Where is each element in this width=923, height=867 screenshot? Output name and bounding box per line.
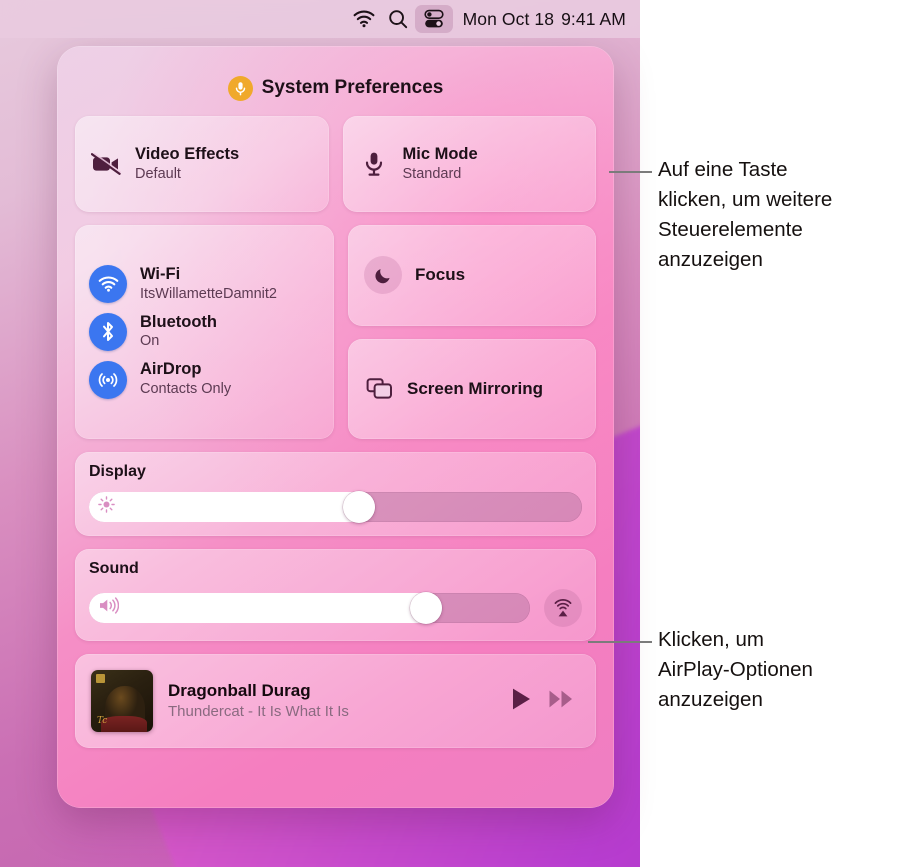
bluetooth-row[interactable]: Bluetooth On — [89, 313, 334, 352]
display-brightness-slider[interactable] — [89, 491, 582, 523]
bluetooth-title: Bluetooth — [140, 312, 217, 331]
display-slider-thumb[interactable] — [342, 491, 375, 523]
airdrop-text: AirDrop Contacts Only — [140, 360, 231, 399]
wifi-icon[interactable] — [347, 6, 381, 32]
callout-buttons-leader-line — [609, 171, 652, 173]
connectivity-group: Wi-Fi ItsWillametteDamnit2 Bluetooth On — [75, 225, 334, 439]
track-title: Dragonball Durag — [168, 680, 311, 700]
mic-mode-subtitle: Standard — [402, 165, 462, 182]
display-slider-row — [89, 491, 582, 523]
video-effects-text: Video Effects Default — [135, 144, 239, 183]
menu-bar: Mon Oct 18 9:41 AM — [0, 0, 640, 38]
right-tiles-stack: Focus Screen Mirroring — [348, 225, 596, 439]
microphone-icon — [359, 151, 389, 177]
sound-slider-fill — [89, 593, 442, 623]
control-center-panel: System Preferences Video Effects Default — [57, 46, 614, 808]
brightness-sun-icon — [98, 496, 115, 518]
video-effects-title: Video Effects — [135, 145, 240, 164]
control-center-icon[interactable] — [414, 5, 453, 33]
bluetooth-text: Bluetooth On — [140, 313, 217, 352]
focus-label: Focus — [415, 265, 466, 285]
search-icon[interactable] — [381, 6, 415, 32]
display-slider-fill — [89, 492, 375, 522]
screen-mirroring-icon — [364, 377, 394, 400]
now-playing-card: Tc Dragonball Durag Thundercat - It Is W… — [75, 654, 596, 748]
mic-mode-title: Mic Mode — [402, 145, 478, 164]
video-camera-slash-icon — [91, 153, 121, 175]
wifi-row[interactable]: Wi-Fi ItsWillametteDamnit2 — [89, 265, 334, 304]
sound-slider-row — [89, 589, 582, 627]
sound-label: Sound — [89, 560, 139, 577]
airdrop-title: AirDrop — [140, 360, 202, 379]
album-artwork[interactable]: Tc — [91, 670, 153, 732]
bluetooth-subtitle: On — [140, 333, 160, 350]
moon-icon — [364, 256, 402, 295]
video-effects-subtitle: Default — [135, 165, 181, 182]
wifi-icon — [89, 265, 127, 304]
airdrop-icon — [89, 360, 127, 399]
screen-mirroring-tile[interactable]: Screen Mirroring — [348, 338, 596, 439]
fast-forward-icon[interactable] — [548, 688, 574, 715]
mic-mode-tile[interactable]: Mic Mode Standard — [342, 116, 596, 212]
callout-buttons-text: Auf eine Taste klicken, um weitere Steue… — [658, 158, 833, 271]
wifi-title: Wi-Fi — [140, 265, 181, 284]
track-artist-album: Thundercat - It Is What It Is — [168, 702, 349, 720]
airdrop-subtitle: Contacts Only — [140, 381, 232, 398]
speaker-waves-icon — [98, 597, 120, 619]
panel-title-row: System Preferences — [75, 60, 596, 116]
menubar-clock[interactable]: Mon Oct 18 9:41 AM — [463, 9, 626, 30]
airdrop-row[interactable]: AirDrop Contacts Only — [89, 360, 334, 399]
sound-card: Sound — [75, 549, 596, 641]
video-effects-tile[interactable]: Video Effects Default — [75, 116, 329, 212]
play-icon[interactable] — [511, 687, 532, 716]
display-label: Display — [89, 463, 146, 480]
menubar-time: 9:41 AM — [561, 8, 626, 29]
callout-airplay-text: Klicken, um AirPlay-Optionen anzuzeigen — [658, 628, 813, 711]
microphone-icon — [227, 75, 253, 101]
sound-slider-thumb[interactable] — [409, 592, 442, 624]
wifi-text: Wi-Fi ItsWillametteDamnit2 — [140, 265, 277, 304]
screen-mirroring-label: Screen Mirroring — [407, 378, 544, 398]
callout-airplay-leader-line — [588, 641, 652, 643]
wifi-subtitle: ItsWillametteDamnit2 — [140, 285, 277, 302]
mic-mode-text: Mic Mode Standard — [403, 144, 478, 183]
now-playing-controls — [511, 687, 580, 716]
airplay-audio-icon[interactable] — [544, 589, 582, 627]
display-card: Display — [75, 452, 596, 536]
now-playing-text: Dragonball Durag Thundercat - It Is What… — [168, 680, 496, 722]
bluetooth-icon — [89, 312, 127, 351]
middle-row: Wi-Fi ItsWillametteDamnit2 Bluetooth On — [75, 225, 596, 439]
top-tiles-row: Video Effects Default Mic Mode Standard — [75, 116, 596, 212]
sound-volume-slider[interactable] — [89, 592, 530, 624]
page-title: System Preferences — [261, 77, 444, 98]
menubar-date: Mon Oct 18 — [462, 8, 555, 29]
focus-tile[interactable]: Focus — [348, 225, 596, 326]
